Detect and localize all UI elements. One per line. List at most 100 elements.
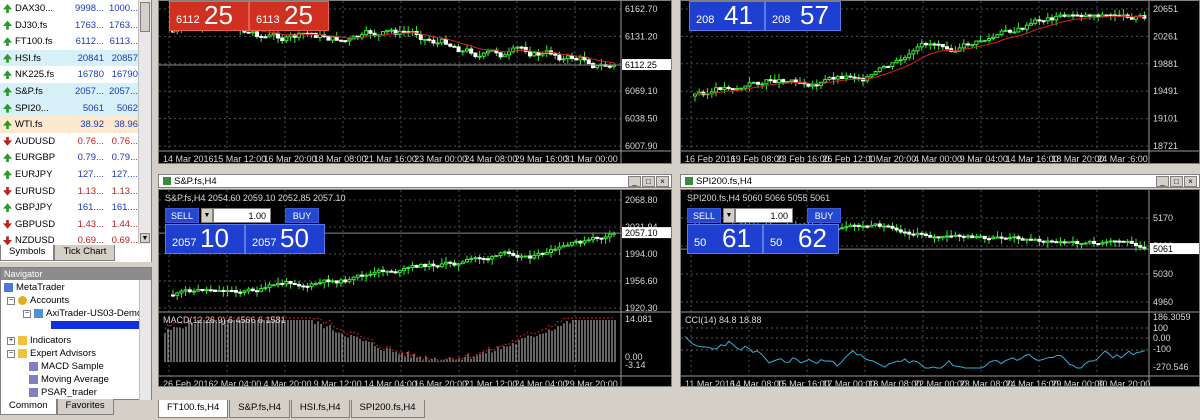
- time-axis-label: 24 Mar 04:00: [515, 379, 568, 387]
- navigator-scrollbar[interactable]: [139, 280, 151, 400]
- nav-item-macd-sample[interactable]: MACD Sample: [29, 361, 104, 372]
- market-watch-row[interactable]: FT100.fs 6112... 6113...: [0, 33, 138, 51]
- candle-body: [982, 235, 987, 240]
- close-button[interactable]: ×: [656, 176, 669, 187]
- tab-favorites[interactable]: Favorites: [56, 399, 114, 415]
- candle-body: [460, 261, 465, 265]
- symbol-cell: SPI20...: [0, 103, 70, 114]
- nav-item-account[interactable]: − AxiTrader-US03-Demo: [23, 308, 142, 319]
- candle-body: [915, 232, 920, 236]
- volume-down-button[interactable]: ▼: [201, 208, 213, 223]
- market-watch-row[interactable]: GBPUSD 1.43... 1.44...: [0, 215, 138, 233]
- arrow-up-icon: [3, 153, 12, 163]
- arrow-down-icon: [3, 186, 12, 196]
- chart-hsi[interactable]: 20651 20261 19881 19491 19101 18721 16 Feb 201…: [680, 0, 1200, 164]
- sell-button[interactable]: SELL: [165, 208, 199, 223]
- buy-button[interactable]: BUY: [807, 208, 841, 223]
- scrollbar-thumb[interactable]: [140, 2, 150, 32]
- candle-body: [957, 234, 962, 237]
- sell-button[interactable]: SELL: [687, 208, 721, 223]
- sell-price-box[interactable]: 208 41: [689, 1, 765, 31]
- chart-title-bar[interactable]: S&P.fs,H4 _ □ ×: [158, 174, 672, 188]
- candle-body: [982, 39, 987, 42]
- collapse-icon[interactable]: −: [23, 309, 31, 318]
- candle-body: [764, 79, 769, 85]
- market-watch-row[interactable]: GBPJPY 161.... 161....: [0, 199, 138, 217]
- tab-symbols[interactable]: Symbols: [0, 245, 55, 261]
- arrow-up-icon: [3, 120, 12, 130]
- collapse-icon[interactable]: −: [7, 349, 15, 358]
- close-button[interactable]: ×: [1184, 176, 1197, 187]
- tab-tick-chart[interactable]: Tick Chart: [54, 245, 116, 261]
- candle-body: [949, 235, 954, 238]
- volume-down-button[interactable]: ▼: [723, 208, 735, 223]
- market-watch-row[interactable]: EURJPY 127.... 127....: [0, 166, 138, 183]
- candle-body: [907, 231, 912, 235]
- buy-price-box[interactable]: 6113 25: [249, 1, 329, 31]
- nav-item-moving-average[interactable]: Moving Average: [29, 374, 109, 385]
- chart-spi[interactable]: 5170510050304960506111 Mar 201614 Mar 08…: [680, 189, 1200, 387]
- nav-item-accounts[interactable]: − Accounts: [7, 295, 69, 306]
- candle-body: [229, 290, 234, 293]
- volume-input[interactable]: 1.00: [735, 208, 793, 223]
- candle-body: [823, 78, 828, 83]
- candle-body: [886, 225, 891, 228]
- chart-ft100[interactable]: 6162.706131.206100.606069.106038.506007.…: [158, 0, 672, 164]
- candle-body: [928, 234, 933, 238]
- tab-ft100[interactable]: FT100.fs,H4: [158, 400, 229, 418]
- market-watch-row[interactable]: S&P.fs 2057... 2057...: [0, 83, 138, 100]
- candle-body: [271, 32, 276, 36]
- sell-price-box[interactable]: 2057 10: [165, 223, 245, 254]
- ask-cell: 5062: [116, 102, 138, 114]
- market-watch-row[interactable]: EURUSD 1.13... 1.13...: [0, 182, 138, 200]
- candle-body: [242, 290, 247, 293]
- chart-sp[interactable]: 2068.80 2031.94 1994.00 1956.60 1920.30 2057.…: [158, 189, 672, 387]
- candle-body: [389, 29, 394, 32]
- candle-body: [861, 225, 865, 228]
- nav-item-metatrader[interactable]: MetaTrader: [4, 282, 65, 293]
- market-watch-row[interactable]: DAX30... 9998... 1000...: [0, 0, 138, 17]
- buy-price-box[interactable]: 208 57: [765, 1, 841, 31]
- market-watch-row[interactable]: HSI.fs 20841 20857: [0, 49, 138, 67]
- sell-price-box[interactable]: 6112 25: [169, 1, 249, 31]
- market-watch-row[interactable]: EURGBP 0.79... 0.79...: [0, 149, 138, 167]
- scroll-down-button[interactable]: ▼: [140, 233, 150, 243]
- candle-body: [1066, 241, 1071, 244]
- nav-item-expert-advisors[interactable]: − Expert Advisors: [7, 348, 96, 359]
- market-watch-row[interactable]: SPI20... 5061 5062: [0, 99, 138, 117]
- market-watch-scrollbar[interactable]: ▼: [138, 0, 151, 244]
- candle-body: [435, 265, 440, 268]
- tab-sp[interactable]: S&P.fs,H4: [229, 400, 290, 418]
- buy-price-box[interactable]: 2057 50: [245, 223, 325, 254]
- buy-button[interactable]: BUY: [285, 208, 319, 223]
- last-price-label: 5061: [1153, 244, 1173, 254]
- candle-body: [313, 283, 318, 286]
- volume-input[interactable]: 1.00: [213, 208, 271, 223]
- maximize-button[interactable]: □: [1170, 176, 1183, 187]
- nav-item-psar-trader[interactable]: PSAR_trader: [29, 387, 97, 398]
- candle-body: [389, 270, 394, 273]
- tab-common[interactable]: Common: [0, 399, 57, 415]
- sell-price-box[interactable]: 50 61: [687, 223, 763, 254]
- maximize-button[interactable]: □: [642, 176, 655, 187]
- minimize-button[interactable]: _: [1156, 176, 1169, 187]
- candle-body: [844, 226, 849, 229]
- market-watch-row[interactable]: WTI.fs 38.92 38.96: [0, 116, 138, 134]
- market-watch-row[interactable]: NK225.fs 16780 16790: [0, 66, 138, 84]
- market-watch-panel: DAX30... 9998... 1000... DJ30.fs 1763... 1763…: [0, 0, 152, 262]
- candle-body: [1029, 22, 1033, 26]
- tab-hsi[interactable]: HSI.fs,H4: [290, 400, 350, 418]
- candle-body: [714, 87, 718, 93]
- minimize-button[interactable]: _: [628, 176, 641, 187]
- candle-body: [865, 225, 870, 228]
- candle-body: [267, 284, 272, 288]
- collapse-icon[interactable]: −: [7, 296, 15, 305]
- nav-item-indicators[interactable]: + Indicators: [7, 335, 71, 346]
- chart-title-bar[interactable]: SPI200.fs,H4 _ □ ×: [680, 174, 1200, 188]
- buy-price-box[interactable]: 50 62: [763, 223, 839, 254]
- tab-spi200[interactable]: SPI200.fs,H4: [350, 400, 425, 418]
- expand-icon[interactable]: +: [7, 336, 15, 345]
- market-watch-row[interactable]: DJ30.fs 1763... 1763...: [0, 16, 138, 34]
- candle-body: [1083, 14, 1088, 18]
- market-watch-row[interactable]: AUDUSD 0.76... 0.76...: [0, 132, 138, 150]
